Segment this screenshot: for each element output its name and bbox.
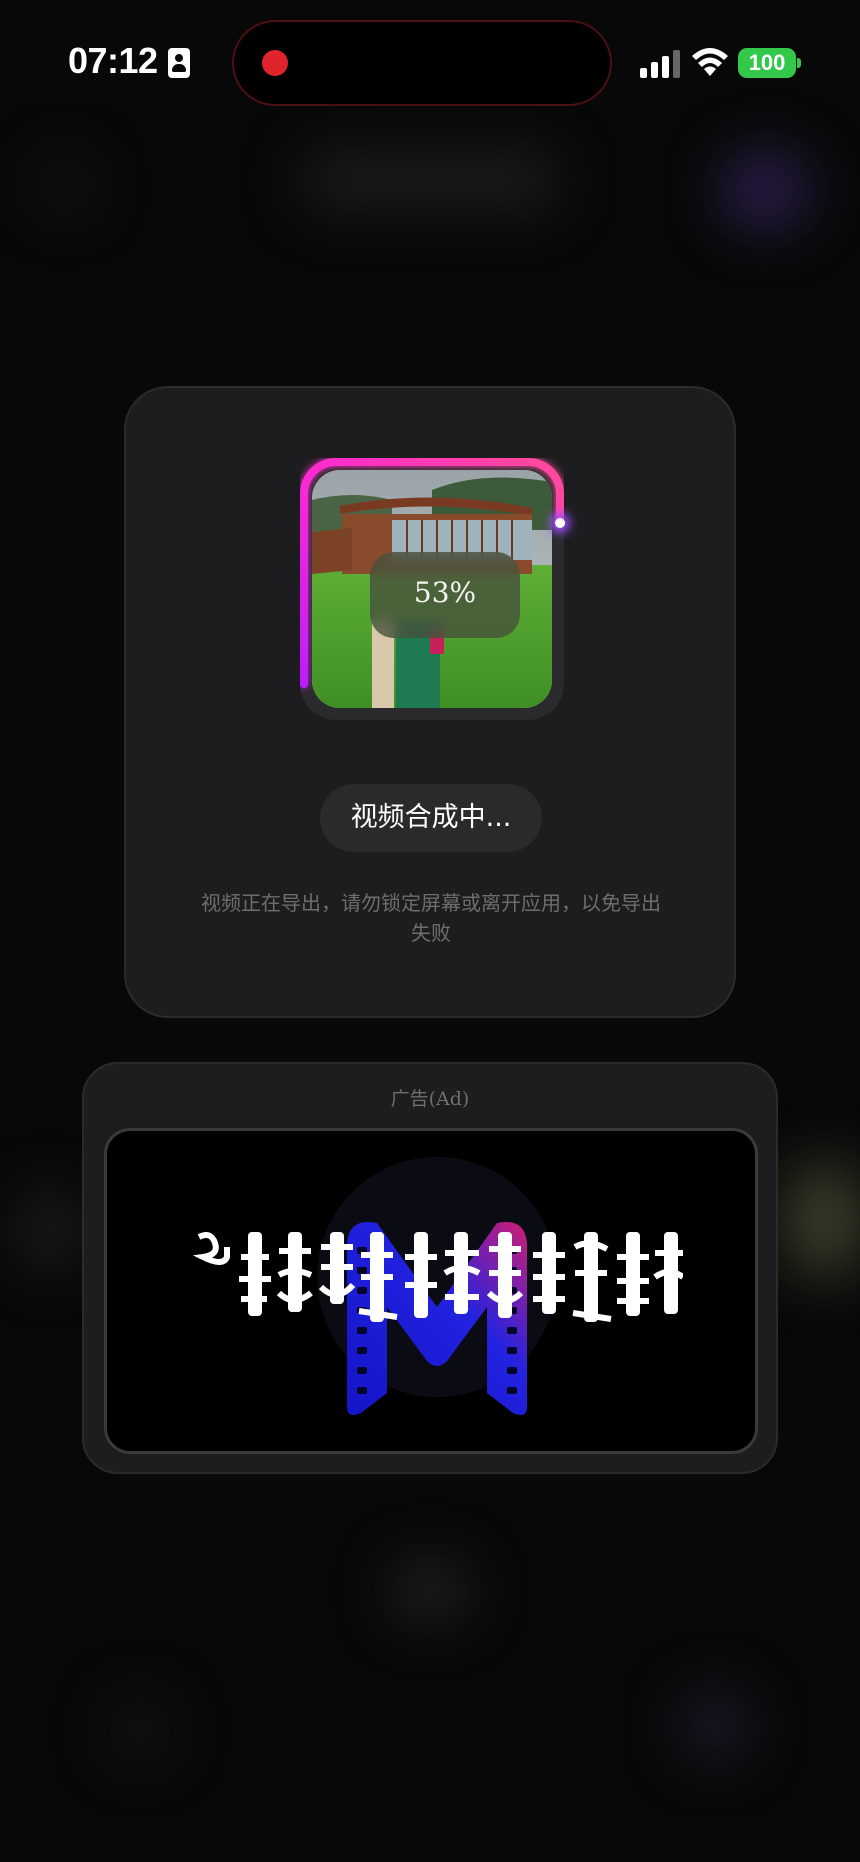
contact-card-icon bbox=[168, 48, 190, 78]
dynamic-island[interactable] bbox=[232, 20, 612, 106]
status-bar: 07:12 100 bbox=[0, 0, 860, 120]
background-blur bbox=[780, 1160, 860, 1280]
background-blur bbox=[300, 150, 560, 210]
cellular-signal-icon bbox=[640, 50, 682, 78]
battery-level: 100 bbox=[738, 48, 796, 78]
background-blur bbox=[680, 1690, 750, 1760]
progress-head-dot bbox=[555, 517, 565, 528]
ad-label: 广告(Ad) bbox=[390, 1088, 470, 1110]
export-progress-card: 53% 视频合成中... 视频正在导出，请勿锁定屏幕或离开应用，以免导出失败 bbox=[124, 386, 736, 1018]
background-blur bbox=[390, 1560, 470, 1620]
wifi-icon bbox=[692, 48, 728, 76]
recording-indicator-icon bbox=[262, 50, 288, 76]
background-blur bbox=[40, 160, 90, 210]
export-status-chip: 视频合成中... bbox=[320, 784, 542, 852]
export-warning-text: 视频正在导出，请勿锁定屏幕或离开应用，以免导出失败 bbox=[201, 891, 661, 945]
ad-banner[interactable] bbox=[104, 1128, 758, 1454]
background-blur bbox=[110, 1700, 170, 1760]
battery-tip bbox=[797, 58, 801, 68]
video-thumbnail: 53% bbox=[312, 470, 552, 708]
video-thumbnail-progress: 53% bbox=[300, 458, 565, 720]
progress-percentage: 53% bbox=[413, 576, 477, 609]
background-blur bbox=[720, 150, 810, 230]
ad-mongolian-script-wordmark bbox=[193, 1232, 683, 1322]
ad-card: 广告(Ad) bbox=[82, 1062, 778, 1474]
background-blur bbox=[20, 1190, 80, 1270]
status-time: 07:12 bbox=[68, 40, 158, 81]
screen: 07:12 100 53% 视频合成中... 视频正在导出，请勿锁定屏幕或离开应… bbox=[0, 0, 860, 1862]
progress-badge: 53% bbox=[370, 552, 520, 638]
